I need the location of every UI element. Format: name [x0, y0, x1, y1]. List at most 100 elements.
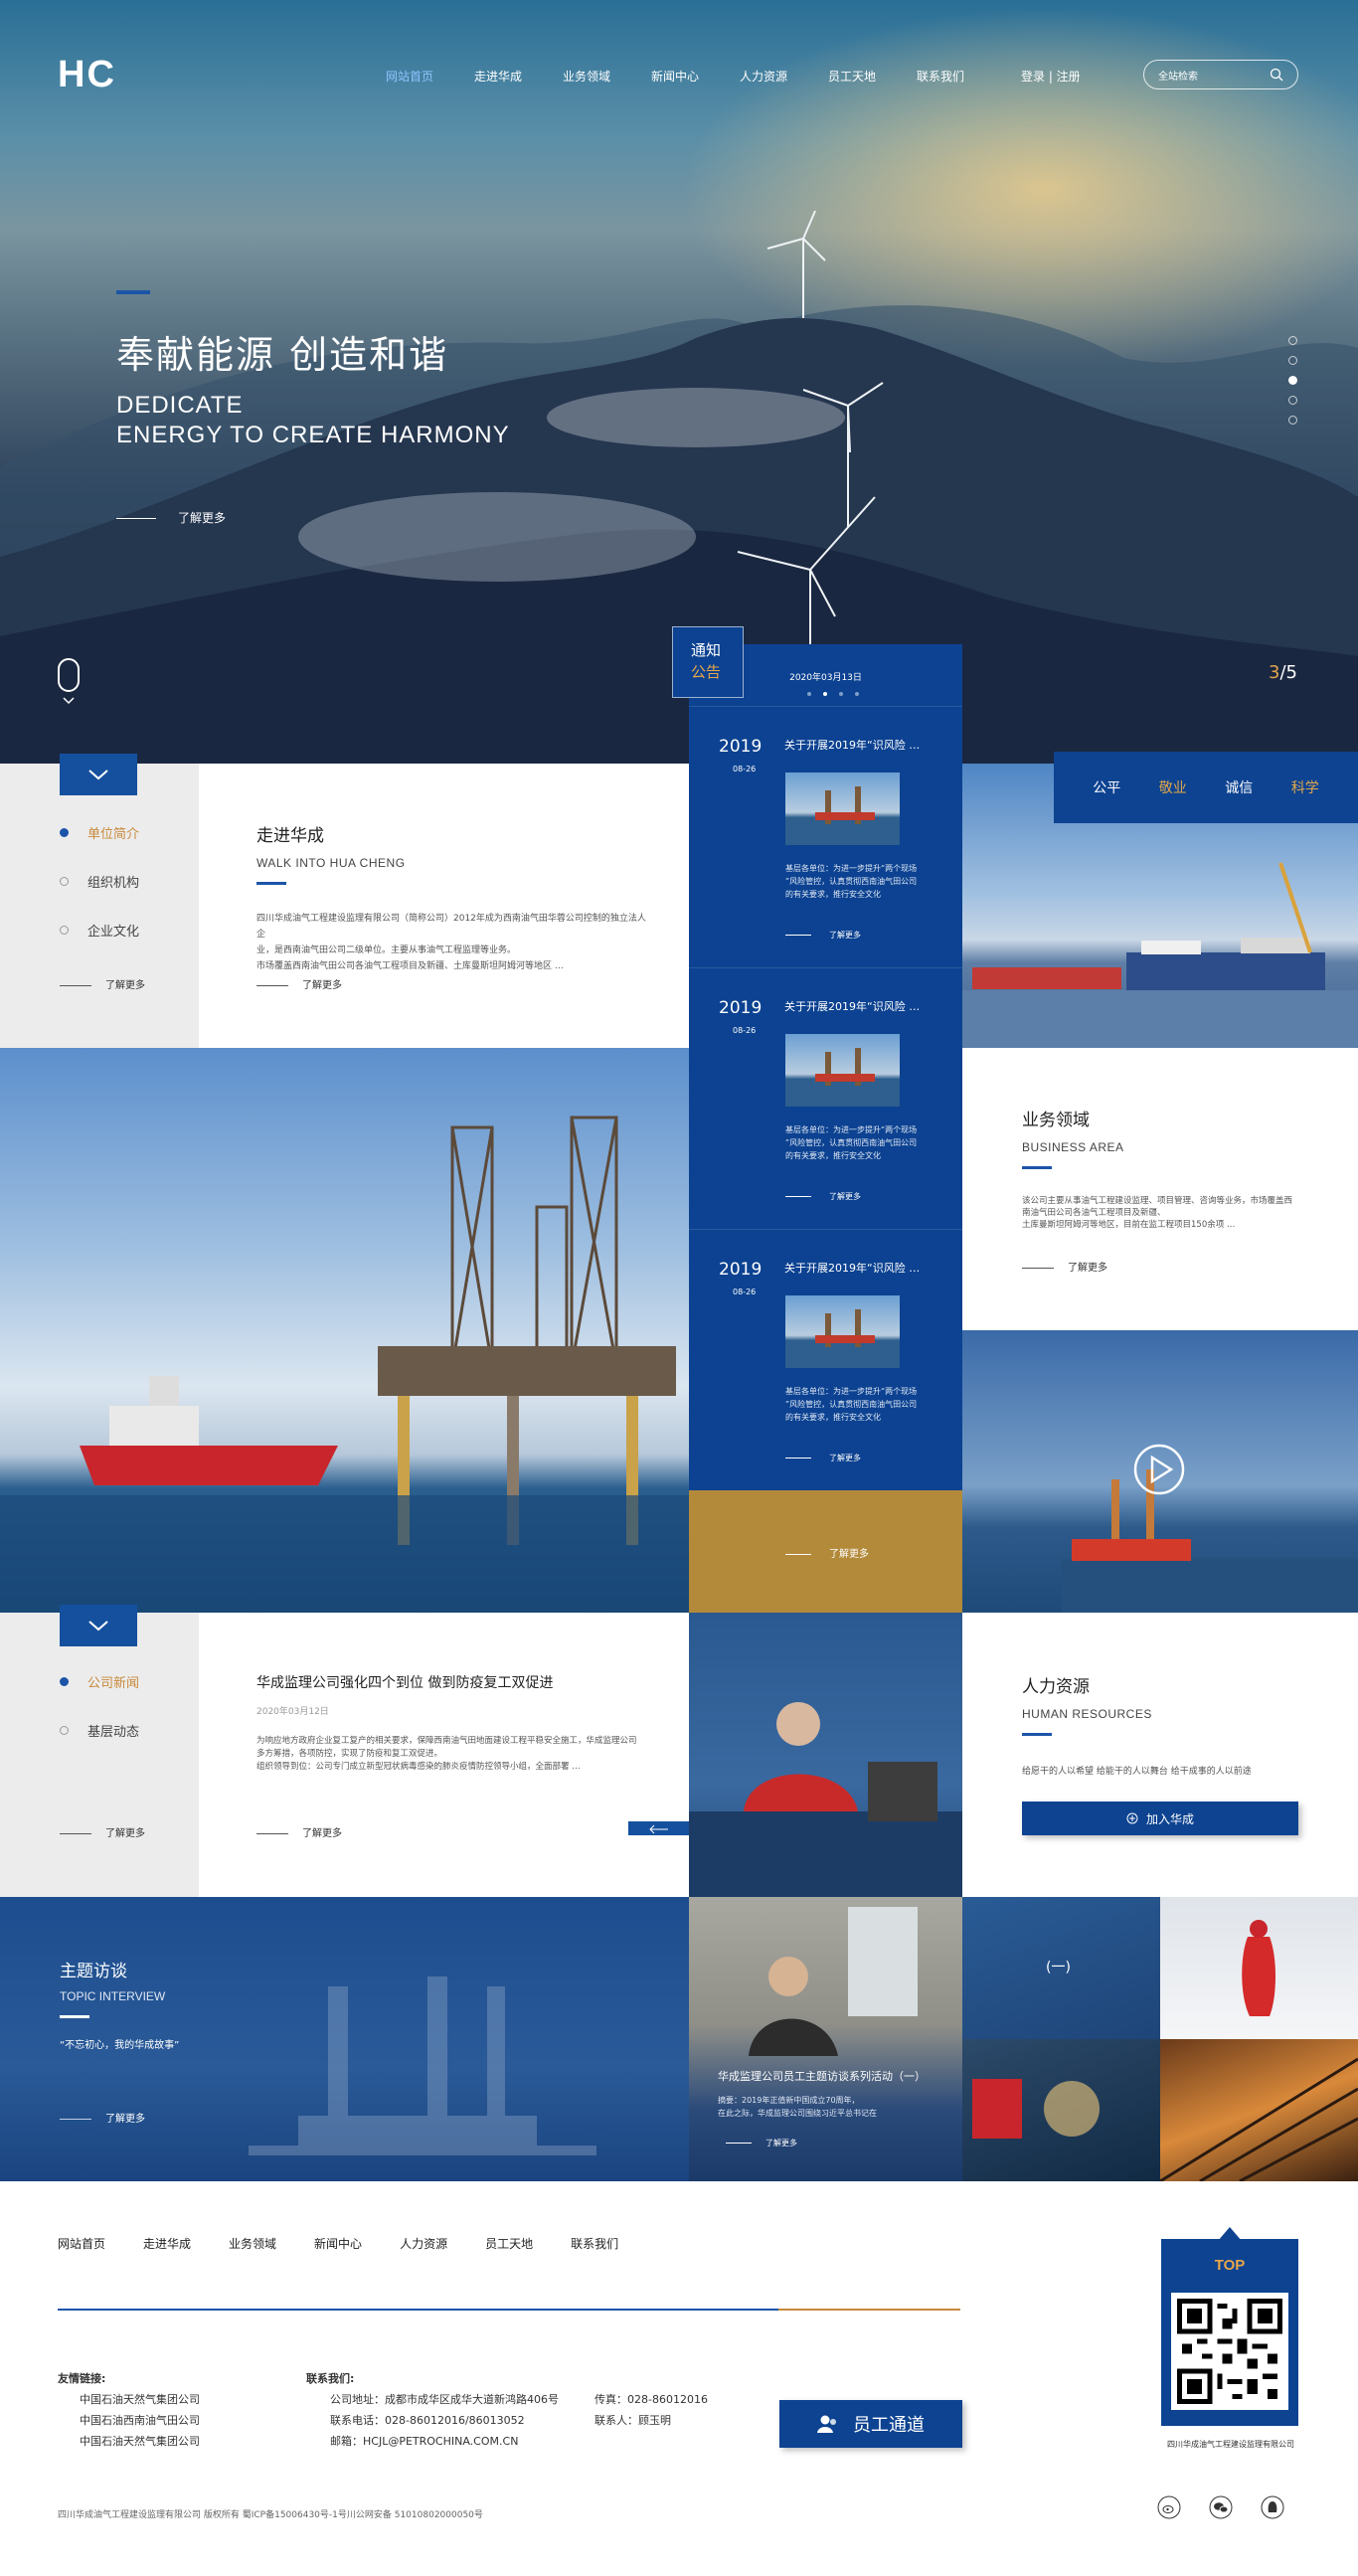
gallery-label: (一)	[1046, 1960, 1071, 1975]
pager-dot-active[interactable]	[823, 692, 827, 696]
contact-phone: 联系电话：028-86012016/86013052	[330, 2414, 525, 2427]
login-register-link[interactable]: 登录 | 注册	[1021, 68, 1081, 85]
gallery-photo-pipes[interactable]	[1160, 2039, 1358, 2181]
business-more-link[interactable]: 了解更多	[1022, 1259, 1107, 1274]
join-us-button[interactable]: 加入华成	[1022, 1802, 1298, 1835]
notice-desc-line: 基层各单位：为进一步提升“两个现场	[785, 1387, 918, 1396]
footer-nav-hr[interactable]: 人力资源	[400, 2235, 447, 2252]
side-item-profile[interactable]: 单位简介	[60, 823, 139, 842]
staff-portal-button[interactable]: 员工通道	[779, 2400, 962, 2448]
nav-contact[interactable]: 联系我们	[917, 68, 1005, 85]
pager-dot[interactable]	[839, 692, 843, 696]
notice-item[interactable]: 2019 08-26 关于开展2019年“识风险 … 基层各单位：为进一步提升“…	[689, 967, 962, 1229]
slider-dot[interactable]	[1288, 336, 1297, 345]
qr-code-image	[1171, 2293, 1288, 2410]
weibo-icon[interactable]	[1157, 2495, 1181, 2519]
news-headline[interactable]: 华成监理公司强化四个到位 做到防疫复工双促进	[256, 1672, 674, 1692]
about-subtitle: WALK INTO HUA CHENG	[256, 856, 406, 870]
friend-link[interactable]: 中国石油天然气集团公司	[58, 2389, 200, 2410]
notice-desc-line: 基层各单位：为进一步提升“两个现场	[785, 1125, 918, 1134]
notice-item[interactable]: 2019 08-26 关于开展2019年“识风险 … 基层各单位：为进一步提升“…	[689, 1229, 962, 1490]
pager-dot[interactable]	[807, 692, 811, 696]
notice-desc-line: ”风险管控，认真贯彻西南油气田公司	[785, 1400, 918, 1409]
footer-nav-contact[interactable]: 联系我们	[571, 2235, 618, 2252]
about-tab[interactable]	[60, 754, 137, 795]
chevron-down-icon	[88, 1621, 108, 1631]
about-more-link[interactable]: 了解更多	[256, 976, 342, 991]
interview-card-desc: 摘要：2019年正值新中国成立70周年， 在此之际，华成监理公司围绕习近平总书记在	[718, 2094, 946, 2120]
notice-more-link[interactable]: 了解更多	[785, 930, 861, 941]
chevron-down-icon	[88, 770, 108, 780]
more-label: 了解更多	[765, 2139, 797, 2147]
notice-thumbnail[interactable]	[785, 1295, 900, 1368]
nav-about[interactable]: 走进华成	[474, 68, 563, 85]
slider-dot-active[interactable]	[1288, 376, 1297, 385]
slider-dot[interactable]	[1288, 356, 1297, 365]
nav-staff[interactable]: 员工天地	[828, 68, 917, 85]
about-side-more-link[interactable]: 了解更多	[60, 976, 145, 991]
pager-dot[interactable]	[855, 692, 859, 696]
back-to-top-button[interactable]: TOP	[1161, 2257, 1298, 2274]
slide-current: 3	[1269, 662, 1280, 683]
interview-quote: “不忘初心，我的华成故事”	[60, 2040, 180, 2051]
nav-news[interactable]: 新闻中心	[651, 68, 740, 85]
side-item-company-news[interactable]: 公司新闻	[60, 1672, 139, 1691]
side-item-grassroots[interactable]: 基层动态	[60, 1721, 139, 1740]
interview-card-title[interactable]: 华成监理公司员工主题访谈系列活动（一）	[718, 2068, 946, 2084]
nav-hr[interactable]: 人力资源	[740, 68, 828, 85]
rig-video-thumbnail[interactable]	[962, 1330, 1358, 1613]
scroll-down-chevron-icon	[63, 697, 75, 705]
news-more-link[interactable]: 了解更多	[256, 1824, 342, 1839]
accent-bar	[256, 882, 286, 885]
notice-title[interactable]: 关于开展2019年“识风险 …	[784, 998, 920, 1014]
notice-desc: 基层各单位：为进一步提升“两个现场 ”风险管控，认真贯彻西南油气田公司 的有关要求，…	[785, 862, 934, 901]
news-tab[interactable]	[60, 1605, 137, 1646]
footer-nav-news[interactable]: 新闻中心	[314, 2235, 362, 2252]
site-logo[interactable]: HC	[58, 54, 116, 96]
interview-more-link[interactable]: 了解更多	[60, 2110, 145, 2125]
friend-link[interactable]: 中国石油天然气集团公司	[58, 2431, 200, 2452]
notice-day: 08-26	[733, 1026, 757, 1035]
nav-business[interactable]: 业务领域	[563, 68, 651, 85]
contact-email[interactable]: 邮箱：HCJL@PETROCHINA.COM.CN	[306, 2431, 559, 2452]
about-desc-line: 四川华成油气工程建设监理有限公司（简称公司）2012年成为西南油气田华蓉公司控制…	[256, 914, 646, 940]
hero-more-link[interactable]: 了解更多	[116, 509, 226, 526]
interview-card-more-link[interactable]: 了解更多	[726, 2138, 797, 2148]
news-prev-arrow-button[interactable]	[628, 1821, 689, 1835]
news-desc-line: 组织领导到位：公司专门成立新型冠状病毒感染的肺炎疫情防控领导小组，全面部署 …	[256, 1762, 581, 1772]
search-input[interactable]: 全站检索	[1158, 68, 1198, 83]
news-side-more-link[interactable]: 了解更多	[60, 1824, 145, 1839]
business-title: 业务领域	[1022, 1111, 1090, 1130]
wechat-icon[interactable]	[1209, 2495, 1233, 2519]
gallery-photo-snow[interactable]	[1160, 1897, 1358, 2039]
side-item-structure[interactable]: 组织机构	[60, 872, 139, 891]
contact-address: 公司地址：成都市成华区成华大道新鸿路406号	[330, 2393, 559, 2406]
users-icon	[817, 2415, 836, 2433]
notice-thumbnail[interactable]	[785, 773, 900, 845]
notice-gold-more-link[interactable]: 了解更多	[785, 1545, 869, 1560]
notice-thumbnail[interactable]	[785, 1034, 900, 1107]
nav-home[interactable]: 网站首页	[386, 68, 474, 85]
slider-dot[interactable]	[1288, 416, 1297, 425]
gallery-photo-welding[interactable]	[962, 2039, 1160, 2181]
notice-day: 08-26	[733, 765, 757, 773]
footer-nav-business[interactable]: 业务领域	[229, 2235, 276, 2252]
footer-nav-home[interactable]: 网站首页	[58, 2235, 105, 2252]
footer-nav-about[interactable]: 走进华成	[143, 2235, 191, 2252]
notice-title[interactable]: 关于开展2019年“识风险 …	[784, 1260, 920, 1276]
notice-more-link[interactable]: 了解更多	[785, 1191, 861, 1202]
notice-item[interactable]: 2019 08-26 关于开展2019年“识风险 … 基层各单位：为进一步提升“…	[689, 706, 962, 967]
qq-icon[interactable]	[1261, 2495, 1284, 2519]
notice-more-link[interactable]: 了解更多	[785, 1453, 861, 1463]
more-label: 了解更多	[1068, 1263, 1107, 1274]
notice-title[interactable]: 关于开展2019年“识风险 …	[784, 737, 920, 753]
about-content: 走进华成 WALK INTO HUA CHENG 四川华成油气工程建设监理有限公…	[256, 821, 654, 974]
search-icon[interactable]	[1270, 68, 1283, 82]
slider-dot[interactable]	[1288, 396, 1297, 405]
scroll-mouse-icon[interactable]	[58, 658, 80, 692]
search-box[interactable]: 全站检索	[1143, 60, 1298, 89]
about-title: 走进华成	[256, 826, 324, 846]
friend-link[interactable]: 中国石油西南油气田公司	[58, 2410, 200, 2431]
footer-nav-staff[interactable]: 员工天地	[485, 2235, 533, 2252]
side-item-culture[interactable]: 企业文化	[60, 921, 139, 940]
